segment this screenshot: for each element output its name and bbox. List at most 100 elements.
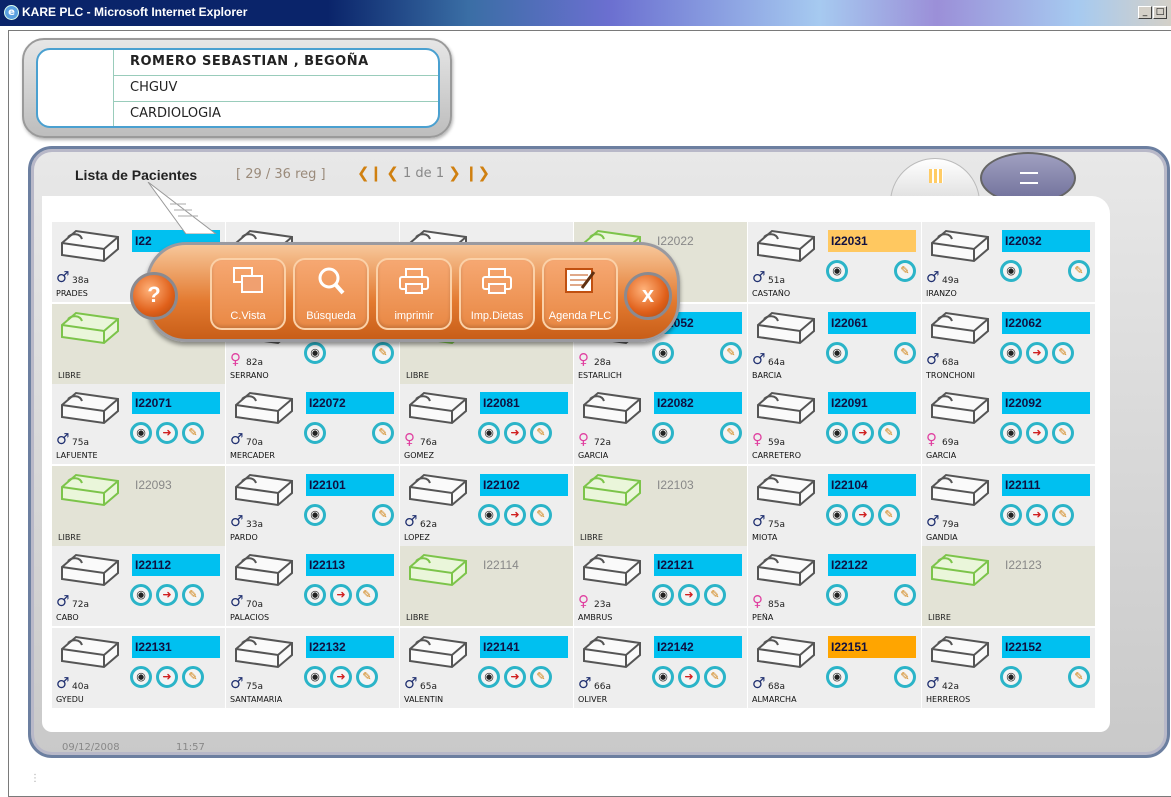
bed-card[interactable]: I22141 ♂ 65a VALENTIN ◉ ➜ ✎: [400, 628, 573, 708]
bed-card[interactable]: I22031 ♂ 51a CASTAÑO ◉ ✎: [748, 222, 921, 302]
popup-button-b-squeda[interactable]: Búsqueda: [293, 258, 369, 330]
discharge-icon[interactable]: ➜: [678, 666, 700, 688]
discharge-icon[interactable]: ➜: [852, 504, 874, 526]
discharge-icon[interactable]: ➜: [156, 422, 178, 444]
bed-card[interactable]: I22121 ♀ 23a AMBRUS ◉ ➜ ✎: [574, 546, 747, 626]
bed-card[interactable]: I22123 LIBRE: [922, 546, 1095, 626]
bed-card[interactable]: I22062 ♂ 68a TRONCHONI ◉ ➜ ✎: [922, 304, 1095, 384]
discharge-icon[interactable]: ➜: [504, 422, 526, 444]
diet-icon[interactable]: ✎: [894, 260, 916, 282]
bed-card[interactable]: I22142 ♂ 66a OLIVER ◉ ➜ ✎: [574, 628, 747, 708]
bed-card[interactable]: I22092 ♀ 69a GARCIA ◉ ➜ ✎: [922, 384, 1095, 464]
discharge-icon[interactable]: ➜: [156, 584, 178, 606]
last-page-icon[interactable]: ❙❯: [465, 164, 490, 182]
view-icon[interactable]: ◉: [304, 422, 326, 444]
bed-card[interactable]: I22114 LIBRE: [400, 546, 573, 626]
discharge-icon[interactable]: ➜: [504, 504, 526, 526]
bed-card[interactable]: I22152 ♂ 42a HERREROS ◉ ✎: [922, 628, 1095, 708]
bed-card[interactable]: I22071 ♂ 75a LAFUENTE ◉ ➜ ✎: [52, 384, 225, 464]
diet-icon[interactable]: ✎: [1068, 260, 1090, 282]
view-icon[interactable]: ◉: [1000, 342, 1022, 364]
view-icon[interactable]: ◉: [304, 584, 326, 606]
view-icon[interactable]: ◉: [1000, 422, 1022, 444]
bed-card[interactable]: I22102 ♂ 62a LOPEZ ◉ ➜ ✎: [400, 466, 573, 546]
view-icon[interactable]: ◉: [1000, 666, 1022, 688]
diet-icon[interactable]: ✎: [720, 342, 742, 364]
popup-button-agenda-plc[interactable]: Agenda PLC: [542, 258, 618, 330]
first-page-icon[interactable]: ❮❙: [357, 164, 382, 182]
discharge-icon[interactable]: ➜: [1026, 504, 1048, 526]
help-button[interactable]: ?: [130, 272, 178, 320]
diet-icon[interactable]: ✎: [530, 422, 552, 444]
view-icon[interactable]: ◉: [304, 666, 326, 688]
bed-card[interactable]: I22122 ♀ 85a PEÑA ◉ ✎: [748, 546, 921, 626]
popup-button-imprimir[interactable]: imprimir: [376, 258, 452, 330]
diet-icon[interactable]: ✎: [704, 584, 726, 606]
view-icon[interactable]: ◉: [652, 584, 674, 606]
view-icon[interactable]: ◉: [826, 666, 848, 688]
view-icon[interactable]: ◉: [478, 666, 500, 688]
maximize-button[interactable]: □: [1153, 6, 1167, 19]
prev-page-icon[interactable]: ❮: [386, 164, 399, 182]
bed-card[interactable]: I22061 ♂ 64a BARCIA ◉ ✎: [748, 304, 921, 384]
diet-icon[interactable]: ✎: [894, 666, 916, 688]
diet-icon[interactable]: ✎: [182, 584, 204, 606]
view-icon[interactable]: ◉: [478, 422, 500, 444]
discharge-icon[interactable]: ➜: [852, 422, 874, 444]
popup-button-c-vista[interactable]: C.Vista: [210, 258, 286, 330]
close-popup-button[interactable]: x: [624, 272, 672, 320]
next-page-icon[interactable]: ❯: [448, 164, 461, 182]
discharge-icon[interactable]: ➜: [504, 666, 526, 688]
diet-icon[interactable]: ✎: [182, 422, 204, 444]
diet-icon[interactable]: ✎: [878, 504, 900, 526]
diet-icon[interactable]: ✎: [182, 666, 204, 688]
view-icon[interactable]: ◉: [826, 260, 848, 282]
view-icon[interactable]: ◉: [652, 422, 674, 444]
diet-icon[interactable]: ✎: [356, 666, 378, 688]
discharge-icon[interactable]: ➜: [1026, 422, 1048, 444]
view-icon[interactable]: ◉: [304, 504, 326, 526]
discharge-icon[interactable]: ➜: [678, 584, 700, 606]
bed-card[interactable]: I22032 ♂ 49a IRANZO ◉ ✎: [922, 222, 1095, 302]
diet-icon[interactable]: ✎: [878, 422, 900, 444]
diet-icon[interactable]: ✎: [1052, 422, 1074, 444]
bed-card[interactable]: I22091 ♀ 59a CARRETERO ◉ ➜ ✎: [748, 384, 921, 464]
view-icon[interactable]: ◉: [826, 504, 848, 526]
discharge-icon[interactable]: ➜: [330, 584, 352, 606]
bed-card[interactable]: I22072 ♂ 70a MERCADER ◉ ✎: [226, 384, 399, 464]
view-icon[interactable]: ◉: [826, 584, 848, 606]
bed-card[interactable]: I22103 LIBRE: [574, 466, 747, 546]
diet-icon[interactable]: ✎: [530, 666, 552, 688]
popup-button-imp-dietas[interactable]: Imp.Dietas: [459, 258, 535, 330]
diet-icon[interactable]: ✎: [372, 422, 394, 444]
bed-card[interactable]: I22081 ♀ 76a GOMEZ ◉ ➜ ✎: [400, 384, 573, 464]
bed-card[interactable]: I22132 ♂ 75a SANTAMARIA ◉ ➜ ✎: [226, 628, 399, 708]
bed-card[interactable]: I22151 ♂ 68a ALMARCHA ◉ ✎: [748, 628, 921, 708]
discharge-icon[interactable]: ➜: [330, 666, 352, 688]
diet-icon[interactable]: ✎: [356, 584, 378, 606]
bed-card[interactable]: I22104 ♂ 75a MIOTA ◉ ➜ ✎: [748, 466, 921, 546]
view-icon[interactable]: ◉: [1000, 504, 1022, 526]
bed-card[interactable]: I22082 ♀ 72a GARCIA ◉ ✎: [574, 384, 747, 464]
discharge-icon[interactable]: ➜: [1026, 342, 1048, 364]
bed-card[interactable]: I22111 ♂ 79a GANDIA ◉ ➜ ✎: [922, 466, 1095, 546]
view-icon[interactable]: ◉: [826, 342, 848, 364]
view-icon[interactable]: ◉: [130, 666, 152, 688]
bed-card[interactable]: I22131 ♂ 40a GYEDU ◉ ➜ ✎: [52, 628, 225, 708]
discharge-icon[interactable]: ➜: [156, 666, 178, 688]
diet-icon[interactable]: ✎: [704, 666, 726, 688]
view-icon[interactable]: ◉: [130, 584, 152, 606]
bed-card[interactable]: I22112 ♂ 72a CABO ◉ ➜ ✎: [52, 546, 225, 626]
diet-icon[interactable]: ✎: [1068, 666, 1090, 688]
diet-icon[interactable]: ✎: [1052, 504, 1074, 526]
view-icon[interactable]: ◉: [826, 422, 848, 444]
minimize-button[interactable]: _: [1138, 6, 1152, 19]
view-icon[interactable]: ◉: [1000, 260, 1022, 282]
diet-icon[interactable]: ✎: [894, 342, 916, 364]
bed-card[interactable]: I22093 LIBRE: [52, 466, 225, 546]
view-icon[interactable]: ◉: [478, 504, 500, 526]
bed-card[interactable]: I22101 ♂ 33a PARDO ◉ ✎: [226, 466, 399, 546]
diet-icon[interactable]: ✎: [1052, 342, 1074, 364]
diet-icon[interactable]: ✎: [894, 584, 916, 606]
diet-icon[interactable]: ✎: [720, 422, 742, 444]
